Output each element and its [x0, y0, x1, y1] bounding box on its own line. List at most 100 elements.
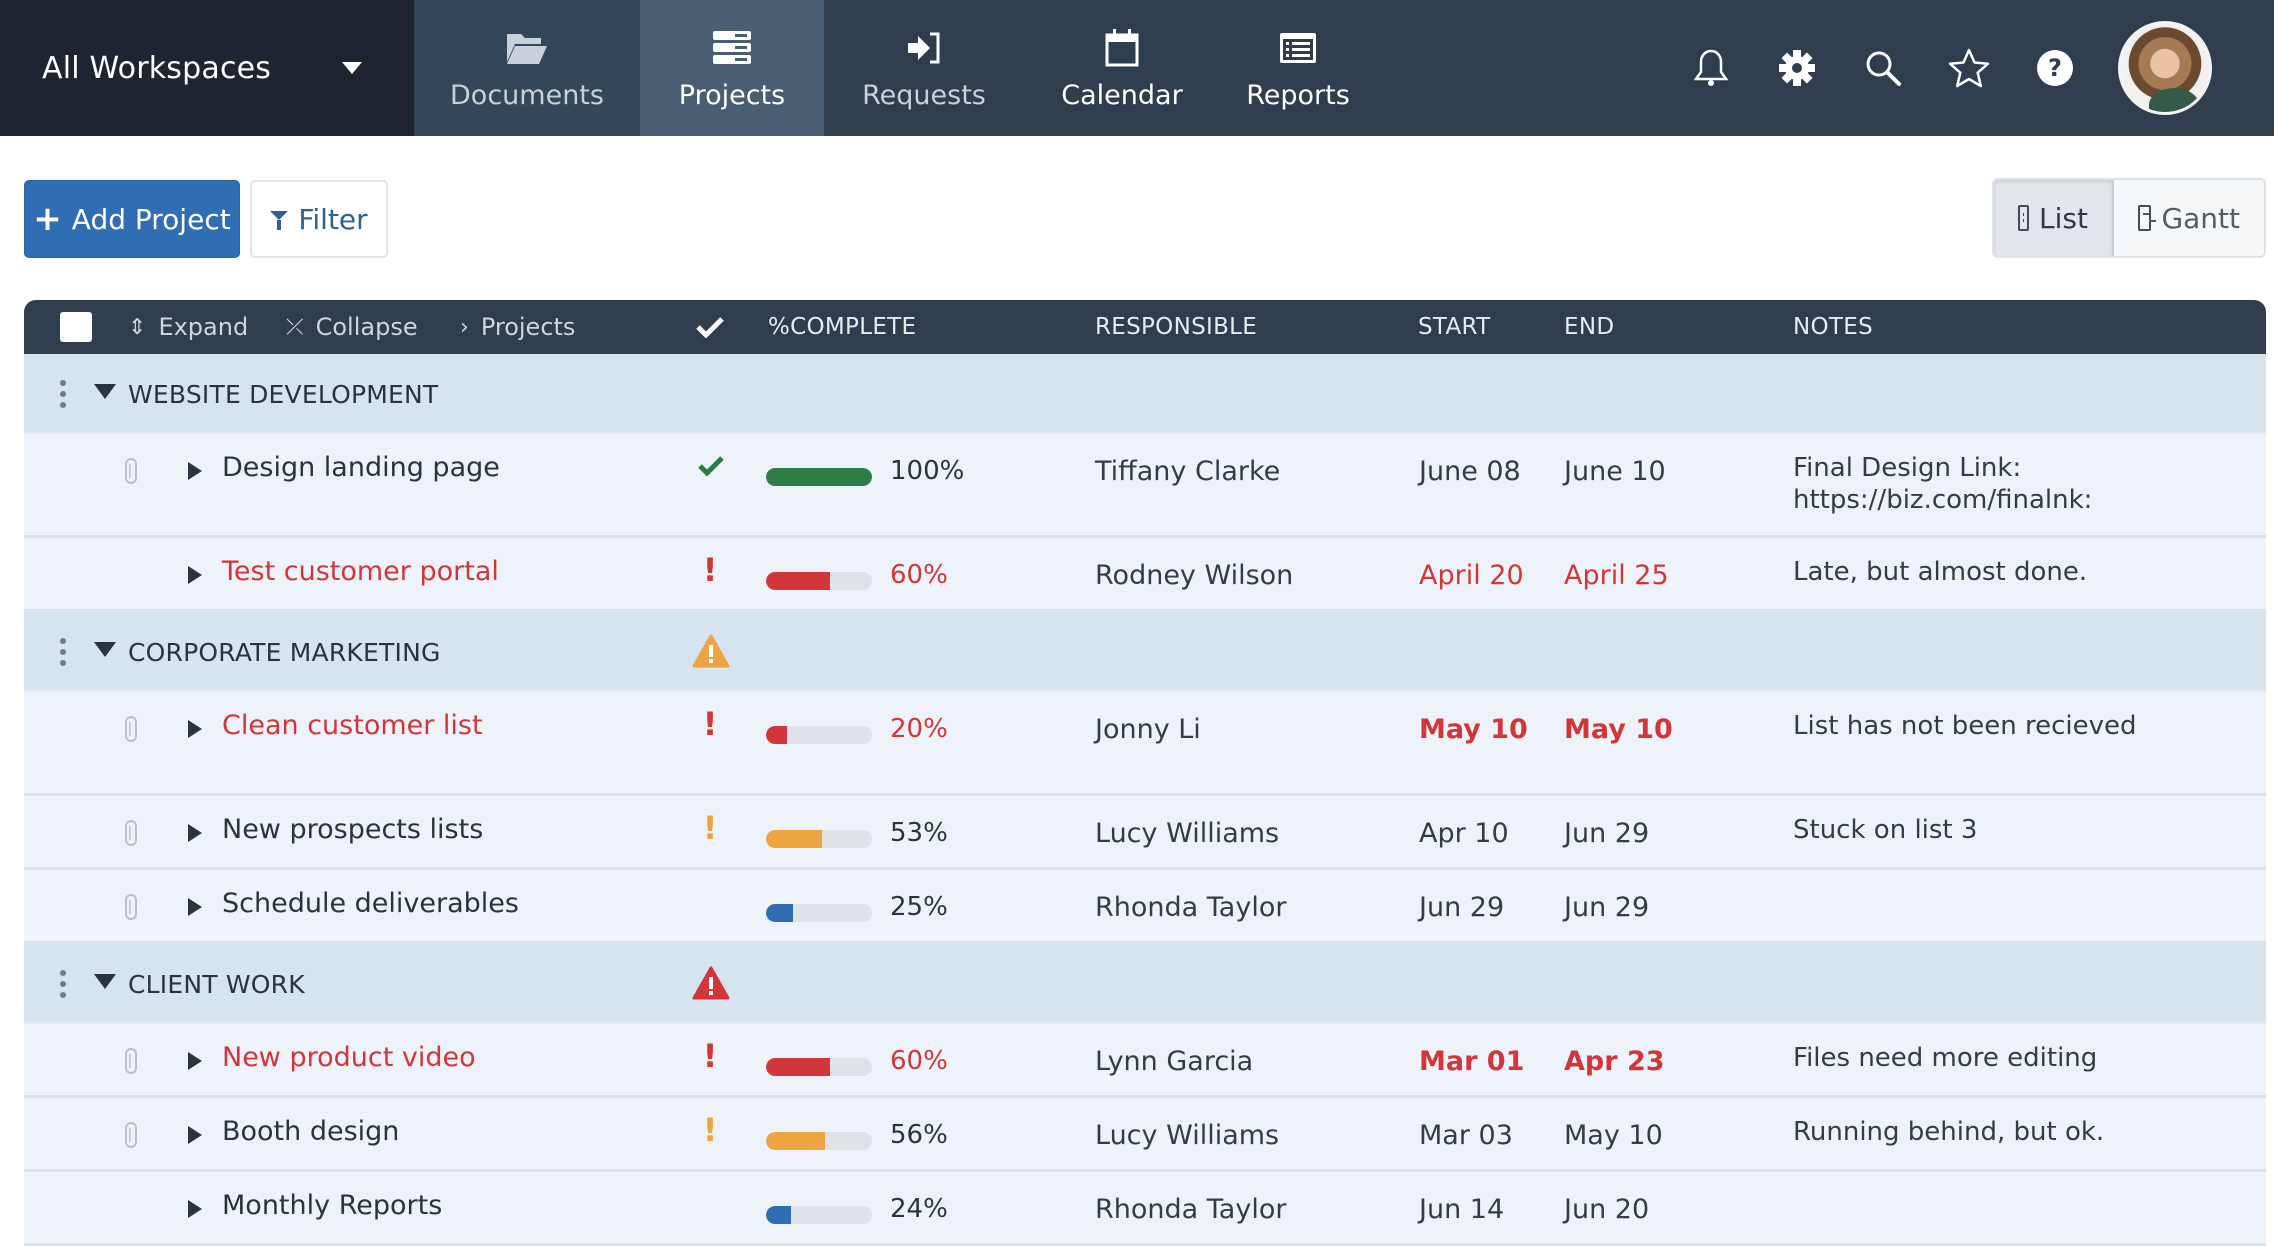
view-gantt-button[interactable]: Gantt [2114, 180, 2264, 256]
nav-tab-label: Reports [1246, 79, 1350, 111]
progress-bar [766, 1058, 872, 1076]
bell-icon[interactable] [1668, 25, 1754, 111]
attachment-icon[interactable] [125, 1122, 137, 1148]
percent-complete: 100% [890, 456, 965, 486]
expand-icon: ⇕ [128, 314, 147, 340]
end-date: May 10 [1564, 1120, 1663, 1151]
drag-handle-icon[interactable] [58, 380, 68, 408]
projects-breadcrumb[interactable]: › Projects [460, 300, 575, 354]
expand-task-icon[interactable] [188, 720, 202, 738]
column-header-notes[interactable]: NOTES [1793, 300, 1873, 354]
progress-fill [766, 904, 793, 922]
expand-task-icon[interactable] [188, 824, 202, 842]
list-view-icon [2018, 205, 2030, 231]
nav-tab-calendar[interactable]: Calendar [1024, 0, 1220, 136]
collapse-group-icon[interactable] [94, 384, 116, 399]
responsible-person: Rhonda Taylor [1095, 892, 1287, 923]
nav-tab-projects[interactable]: Projects [640, 0, 824, 136]
expand-task-icon[interactable] [188, 566, 202, 584]
task-row[interactable]: Booth design ! 56% Lucy Williams Mar 03 … [24, 1098, 2266, 1172]
expand-task-icon[interactable] [188, 1200, 202, 1218]
task-name[interactable]: Monthly Reports [222, 1190, 442, 1221]
task-name[interactable]: Design landing page [222, 452, 500, 483]
task-name[interactable]: Test customer portal [222, 556, 499, 587]
nav-tab-reports[interactable]: Reports [1220, 0, 1376, 136]
responsible-person: Lucy Williams [1095, 818, 1280, 849]
nav-tab-documents[interactable]: Documents [414, 0, 640, 136]
task-row[interactable]: Clean customer list ! 20% Jonny Li May 1… [24, 692, 2266, 796]
group-row[interactable]: CORPORATE MARKETING [24, 612, 2266, 692]
attachment-icon[interactable] [125, 894, 137, 920]
task-name[interactable]: Schedule deliverables [222, 888, 519, 919]
progress-bar [766, 1132, 872, 1150]
search-icon[interactable] [1840, 25, 1926, 111]
tasks-icon [713, 26, 751, 70]
attachment-icon[interactable] [125, 716, 137, 742]
responsible-person: Lucy Williams [1095, 1120, 1280, 1151]
gear-icon[interactable] [1754, 25, 1840, 111]
help-icon[interactable]: ? [2012, 25, 2098, 111]
collapse-group-icon[interactable] [94, 642, 116, 657]
view-list-button[interactable]: List [1994, 180, 2114, 256]
attachment-icon[interactable] [125, 820, 137, 846]
percent-complete: 60% [890, 560, 948, 590]
task-notes: Running behind, but ok. [1793, 1117, 2105, 1147]
expand-all-button[interactable]: ⇕ Expand [128, 300, 248, 354]
expand-task-icon[interactable] [188, 1126, 202, 1144]
select-all-cell [60, 300, 92, 354]
table-header: ⇕ Expand ⤫ Collapse › Projects %COMPLETE… [24, 300, 2266, 354]
expand-task-icon[interactable] [188, 898, 202, 916]
column-header-complete[interactable]: %COMPLETE [768, 300, 916, 354]
start-date: Jun 29 [1419, 892, 1505, 923]
projects-table: ⇕ Expand ⤫ Collapse › Projects %COMPLETE… [24, 300, 2266, 1246]
attachment-icon[interactable] [125, 458, 137, 484]
drag-handle-icon[interactable] [58, 970, 68, 998]
view-gantt-label: Gantt [2161, 201, 2240, 235]
nav-tab-label: Requests [862, 79, 986, 111]
column-header-end[interactable]: END [1564, 300, 1614, 354]
select-all-checkbox[interactable] [60, 312, 92, 342]
start-date: June 08 [1419, 456, 1521, 487]
task-notes: Files need more editing [1793, 1043, 2098, 1073]
expand-task-icon[interactable] [188, 1052, 202, 1070]
list-alt-icon [1279, 26, 1317, 70]
filter-button[interactable]: Filter [250, 180, 388, 258]
task-name[interactable]: New prospects lists [222, 814, 483, 845]
collapse-group-icon[interactable] [94, 974, 116, 989]
task-name[interactable]: Booth design [222, 1116, 399, 1147]
end-date: Jun 20 [1564, 1194, 1650, 1225]
column-header-responsible[interactable]: RESPONSIBLE [1095, 300, 1257, 354]
responsible-person: Lynn Garcia [1095, 1046, 1254, 1077]
user-avatar[interactable] [2118, 21, 2212, 115]
task-row[interactable]: Test customer portal ! 60% Rodney Wilson… [24, 538, 2266, 612]
group-title: WEBSITE DEVELOPMENT [128, 379, 439, 409]
group-row[interactable]: CLIENT WORK [24, 944, 2266, 1024]
group-title: CORPORATE MARKETING [128, 637, 441, 667]
start-date: Mar 01 [1419, 1046, 1525, 1077]
progress-bar [766, 1206, 872, 1224]
task-row[interactable]: Monthly Reports 24% Rhonda Taylor Jun 14… [24, 1172, 2266, 1246]
task-notes: Late, but almost done. [1793, 557, 2088, 587]
projects-label: Projects [480, 313, 576, 341]
status-column-header[interactable] [696, 300, 724, 354]
drag-handle-icon[interactable] [58, 638, 68, 666]
expand-task-icon[interactable] [188, 462, 202, 480]
collapse-all-button[interactable]: ⤫ Collapse [286, 300, 418, 354]
add-project-button[interactable]: + Add Project [24, 180, 240, 258]
attachment-icon[interactable] [125, 1048, 137, 1074]
task-row[interactable]: Design landing page 100% Tiffany Clarke … [24, 434, 2266, 538]
task-row[interactable]: Schedule deliverables 25% Rhonda Taylor … [24, 870, 2266, 944]
nav-tab-label: Projects [678, 79, 786, 111]
task-name[interactable]: New product video [222, 1042, 476, 1073]
exclamation-icon: ! [702, 551, 718, 589]
task-row[interactable]: New prospects lists ! 53% Lucy Williams … [24, 796, 2266, 870]
progress-fill [766, 1058, 830, 1076]
group-row[interactable]: WEBSITE DEVELOPMENT [24, 354, 2266, 434]
task-name[interactable]: Clean customer list [222, 710, 483, 741]
nav-tab-requests[interactable]: Requests [824, 0, 1024, 136]
column-header-start[interactable]: START [1418, 300, 1490, 354]
task-row[interactable]: New product video ! 60% Lynn Garcia Mar … [24, 1024, 2266, 1098]
responsible-person: Jonny Li [1095, 714, 1201, 745]
workspace-selector[interactable]: All Workspaces [0, 0, 414, 136]
star-icon[interactable] [1926, 25, 2012, 111]
